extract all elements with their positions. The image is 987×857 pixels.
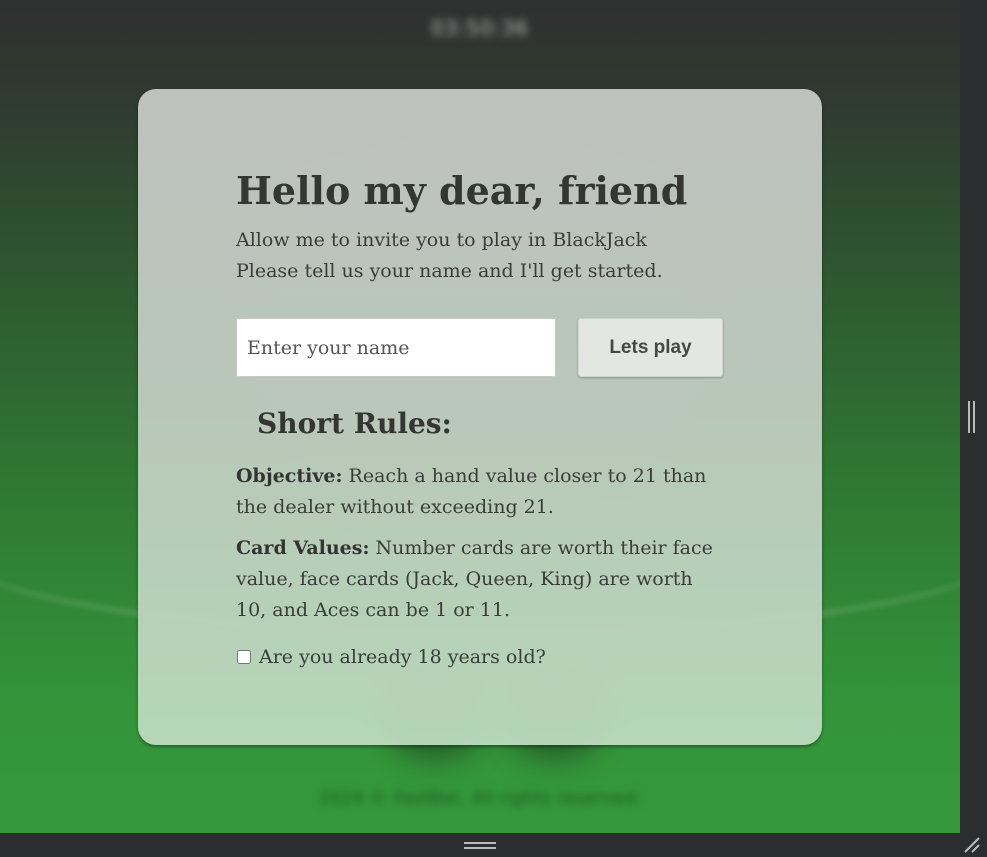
rule-label: Objective: — [236, 465, 343, 487]
subtitle-line: Allow me to invite you to play in BlackJ… — [236, 229, 647, 251]
lets-play-button[interactable]: Lets play — [578, 318, 723, 377]
welcome-modal: Hello my dear, friend Allow me to invite… — [138, 89, 822, 745]
name-input[interactable] — [236, 318, 556, 377]
age-checkbox[interactable] — [237, 650, 251, 664]
rule-card-values: Card Values: Number cards are worth thei… — [236, 533, 716, 626]
resize-grip-icon[interactable] — [962, 836, 982, 854]
name-form: Lets play — [236, 318, 736, 378]
background-clock: 03:50:36 — [431, 16, 529, 40]
page-viewport: 03:50:36 2024 © FastBet. All rights rese… — [0, 0, 960, 833]
rule-label: Card Values: — [236, 537, 370, 559]
background-footer: 2024 © FastBet. All rights reserved. — [318, 788, 642, 809]
rule-objective: Objective: Reach a hand value closer to … — [236, 461, 716, 523]
welcome-title: Hello my dear, friend — [236, 168, 688, 213]
horizontal-resize-handle[interactable] — [464, 842, 496, 849]
modal-content: Hello my dear, friend Allow me to invite… — [236, 169, 736, 668]
welcome-subtitle: Allow me to invite you to play in BlackJ… — [236, 225, 736, 287]
rules-heading: Short Rules: — [257, 407, 452, 440]
age-checkbox-label: Are you already 18 years old? — [259, 646, 546, 668]
subtitle-line: Please tell us your name and I'll get st… — [236, 260, 663, 282]
vertical-resize-handle[interactable] — [968, 401, 975, 433]
age-confirmation[interactable]: Are you already 18 years old? — [236, 646, 736, 668]
